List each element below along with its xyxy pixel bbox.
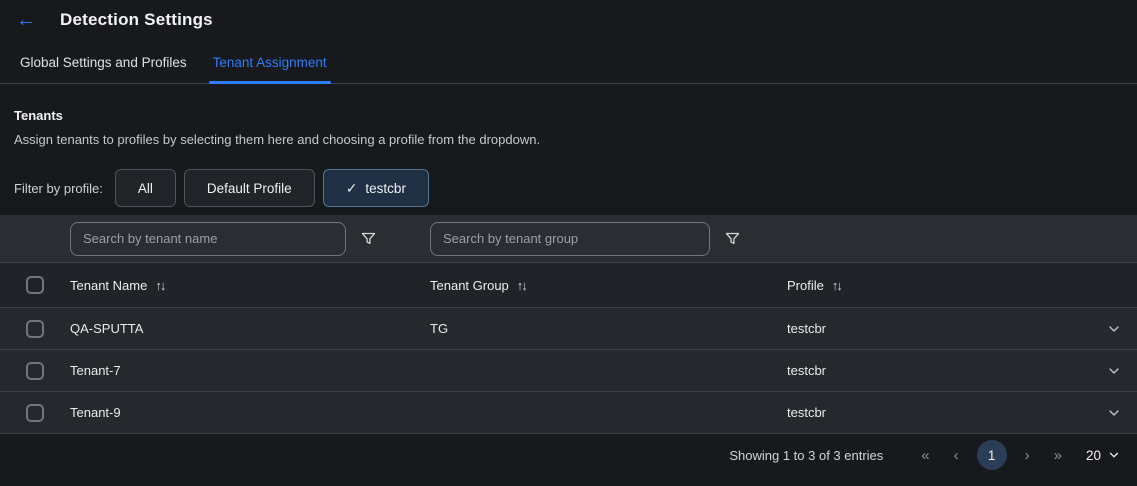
filter-by-profile-label: Filter by profile: (14, 181, 103, 196)
table-search-toolbar (0, 215, 1137, 262)
profile-cell: testcbr (787, 321, 1091, 336)
tenants-table: Tenant Name↑↓ Tenant Group↑↓ Profile↑↓ Q… (0, 215, 1137, 434)
page-size-value: 20 (1086, 448, 1101, 463)
sort-icon[interactable]: ↑↓ (155, 278, 164, 293)
page-title: Detection Settings (60, 10, 213, 30)
filter-chip-all[interactable]: ✓ All (115, 169, 176, 207)
next-page-icon[interactable]: › (1013, 447, 1042, 464)
tenant-name-cell: Tenant-9 (70, 405, 430, 420)
filter-funnel-icon[interactable] (360, 230, 377, 247)
filter-chip-default-profile[interactable]: ✓ Default Profile (184, 169, 315, 207)
filter-chip-testcbr[interactable]: ✓ testcbr (323, 169, 429, 207)
current-page-button[interactable]: 1 (977, 440, 1007, 470)
column-header-tenant-group[interactable]: Tenant Group↑↓ (430, 278, 787, 293)
prev-page-icon[interactable]: ‹ (942, 447, 971, 464)
sort-icon[interactable]: ↑↓ (517, 278, 526, 293)
profile-cell: testcbr (787, 363, 1091, 378)
tenant-group-cell: TG (430, 321, 787, 336)
filter-chip-label: All (138, 181, 153, 196)
column-header-profile[interactable]: Profile↑↓ (787, 278, 1091, 293)
check-icon: ✓ (346, 180, 358, 197)
back-arrow-icon[interactable]: ← (16, 10, 44, 30)
tenants-section-intro: Tenants Assign tenants to profiles by se… (0, 84, 1137, 147)
row-checkbox[interactable] (26, 362, 44, 380)
tenants-heading: Tenants (14, 108, 1121, 123)
profile-filter-row: Filter by profile: ✓ All ✓ Default Profi… (0, 169, 1137, 207)
table-row: Tenant-9 testcbr (0, 392, 1137, 434)
profile-dropdown-chevron-icon[interactable] (1091, 363, 1137, 379)
table-header-row: Tenant Name↑↓ Tenant Group↑↓ Profile↑↓ (0, 262, 1137, 308)
tenant-name-cell: Tenant-7 (70, 363, 430, 378)
tenants-description: Assign tenants to profiles by selecting … (14, 132, 1121, 147)
tenant-name-cell: QA-SPUTTA (70, 321, 430, 336)
row-checkbox[interactable] (26, 404, 44, 422)
profile-dropdown-chevron-icon[interactable] (1091, 321, 1137, 337)
table-row: Tenant-7 testcbr (0, 350, 1137, 392)
last-page-icon[interactable]: » (1042, 447, 1074, 464)
table-row: QA-SPUTTA TG testcbr (0, 308, 1137, 350)
filter-chip-label: testcbr (365, 181, 406, 196)
first-page-icon[interactable]: « (909, 447, 941, 464)
row-checkbox[interactable] (26, 320, 44, 338)
chevron-down-icon (1107, 448, 1121, 462)
filter-chip-label: Default Profile (207, 181, 292, 196)
pagination-bar: Showing 1 to 3 of 3 entries « ‹ 1 › » 20 (0, 434, 1137, 476)
column-header-tenant-name[interactable]: Tenant Name↑↓ (70, 278, 430, 293)
tab-bar: Global Settings and Profiles Tenant Assi… (0, 40, 1137, 84)
profile-cell: testcbr (787, 405, 1091, 420)
tab-tenant-assignment[interactable]: Tenant Assignment (209, 43, 331, 83)
entries-summary: Showing 1 to 3 of 3 entries (729, 448, 883, 463)
tab-global-settings-and-profiles[interactable]: Global Settings and Profiles (16, 43, 191, 83)
select-all-checkbox[interactable] (26, 276, 44, 294)
search-tenant-group-input[interactable] (430, 222, 710, 256)
sort-icon[interactable]: ↑↓ (832, 278, 841, 293)
filter-funnel-icon[interactable] (724, 230, 741, 247)
page-size-select[interactable]: 20 (1086, 448, 1121, 463)
top-bar: ← Detection Settings (0, 0, 1137, 40)
profile-dropdown-chevron-icon[interactable] (1091, 405, 1137, 421)
search-tenant-name-input[interactable] (70, 222, 346, 256)
